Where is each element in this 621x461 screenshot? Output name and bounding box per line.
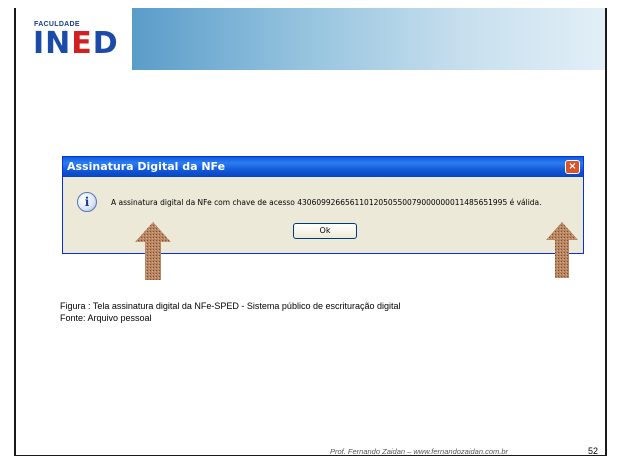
arrow-up-icon xyxy=(546,222,578,278)
arrow-up-icon xyxy=(135,222,171,280)
slide: FACULDADE INED Assinatura Digital da NFe… xyxy=(0,0,621,461)
caption-source: Fonte: Arquivo pessoal xyxy=(60,313,152,323)
dialog-message: A assinatura digital da NFe com chave de… xyxy=(111,198,542,207)
ok-button[interactable]: Ok xyxy=(293,223,357,239)
caption-title: Figura : Tela assinatura digital da NFe-… xyxy=(60,301,401,311)
footer-divider xyxy=(14,455,607,456)
dialog-titlebar[interactable]: Assinatura Digital da NFe × xyxy=(63,157,583,177)
figure-caption: Figura : Tela assinatura digital da NFe-… xyxy=(60,300,401,324)
dialog-title: Assinatura Digital da NFe xyxy=(67,160,226,173)
info-icon: i xyxy=(77,192,97,212)
close-button[interactable]: × xyxy=(565,160,580,174)
